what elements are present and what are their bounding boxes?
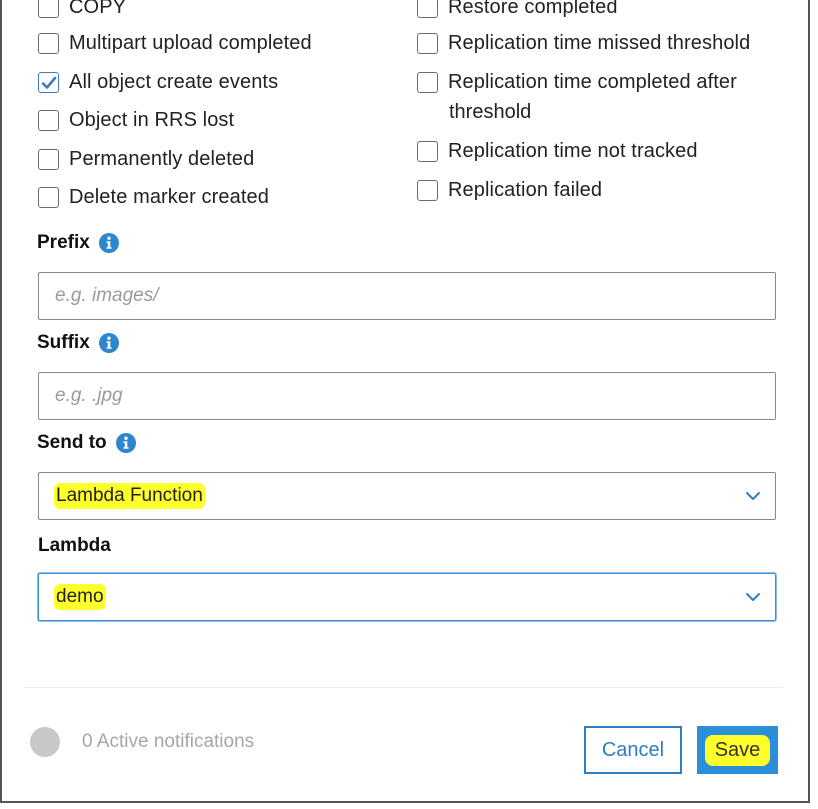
checkbox[interactable] xyxy=(38,32,59,54)
event-checkbox-replication-time-missed-threshold[interactable]: Replication time missed threshold xyxy=(417,30,750,56)
checkbox-label: Replication time not tracked xyxy=(448,139,698,162)
info-icon[interactable] xyxy=(98,233,119,253)
checkbox-label: Delete marker created xyxy=(69,185,269,208)
send-to-selected-value: Lambda Function xyxy=(54,483,205,509)
checkbox[interactable] xyxy=(417,71,438,93)
event-checkbox-replication-failed[interactable]: Replication failed xyxy=(417,177,602,203)
active-notifications-count: 0 Active notifications xyxy=(82,731,255,752)
lambda-select[interactable]: demo xyxy=(38,573,776,621)
info-icon[interactable] xyxy=(98,333,119,353)
checkmark-icon xyxy=(41,76,57,89)
checkbox[interactable] xyxy=(38,186,59,208)
lambda-label-group: Lambda xyxy=(38,535,111,557)
lambda-selected-value: demo xyxy=(54,584,106,610)
save-button-label: Save xyxy=(704,734,771,766)
checkbox-label: Replication time completed after xyxy=(448,70,737,93)
chevron-down-icon xyxy=(746,492,760,500)
checkbox-label: Object in RRS lost xyxy=(69,108,235,131)
prefix-placeholder: e.g. images/ xyxy=(55,285,159,306)
checkbox[interactable] xyxy=(417,0,438,18)
event-checkbox-permanently-deleted[interactable]: Permanently deleted xyxy=(38,146,254,172)
checkbox[interactable] xyxy=(417,179,438,201)
event-checkbox-delete-marker-created[interactable]: Delete marker created xyxy=(38,184,269,210)
checkbox-label: COPY xyxy=(69,0,127,18)
checkbox[interactable] xyxy=(417,140,438,162)
save-button[interactable]: Save xyxy=(697,726,778,774)
info-icon[interactable] xyxy=(115,433,136,453)
prefix-label-group: Prefix xyxy=(37,232,119,254)
status-indicator xyxy=(30,727,60,757)
footer-divider xyxy=(24,687,783,688)
send-to-select[interactable]: Lambda Function xyxy=(38,472,776,520)
suffix-placeholder: e.g. .jpg xyxy=(55,385,123,406)
suffix-label-group: Suffix xyxy=(37,332,119,354)
send-to-label-group: Send to xyxy=(37,432,136,454)
event-checkbox-restore-completed[interactable]: Restore completed xyxy=(417,0,618,20)
prefix-input[interactable]: e.g. images/ xyxy=(38,272,776,320)
event-checkbox-object-in-rrs-lost[interactable]: Object in RRS lost xyxy=(38,107,234,133)
checkbox-label: Restore completed xyxy=(448,0,618,18)
event-checkbox-multipart-upload-completed[interactable]: Multipart upload completed xyxy=(38,30,312,56)
event-checkbox-replication-time-completed-after-threshold[interactable]: Replication time completed after xyxy=(417,69,737,95)
suffix-input[interactable]: e.g. .jpg xyxy=(38,372,776,420)
checkbox[interactable] xyxy=(38,109,59,131)
checkbox-label: Permanently deleted xyxy=(69,147,255,170)
checkbox[interactable] xyxy=(38,0,59,18)
checkbox-label: Replication time missed threshold xyxy=(448,31,751,54)
checkbox-label-line2: threshold xyxy=(449,101,532,123)
checkbox-checked[interactable] xyxy=(38,71,59,93)
event-checkbox-copy[interactable]: COPY xyxy=(38,0,126,20)
checkbox-label: Replication failed xyxy=(448,178,603,201)
checkbox[interactable] xyxy=(38,148,59,170)
checkbox-label: All object create events xyxy=(69,70,279,93)
checkbox-label: Multipart upload completed xyxy=(69,31,312,54)
event-checkbox-all-object-create-events[interactable]: All object create events xyxy=(38,69,278,95)
prefix-label: Prefix xyxy=(37,232,90,253)
chevron-down-icon xyxy=(746,593,760,601)
suffix-label: Suffix xyxy=(37,332,90,353)
cancel-button-label: Cancel xyxy=(601,738,665,761)
send-to-label: Send to xyxy=(37,432,107,453)
checkbox[interactable] xyxy=(417,32,438,54)
lambda-label: Lambda xyxy=(38,535,111,556)
cancel-button[interactable]: Cancel xyxy=(584,726,682,774)
event-checkbox-replication-time-not-tracked[interactable]: Replication time not tracked xyxy=(417,138,698,164)
